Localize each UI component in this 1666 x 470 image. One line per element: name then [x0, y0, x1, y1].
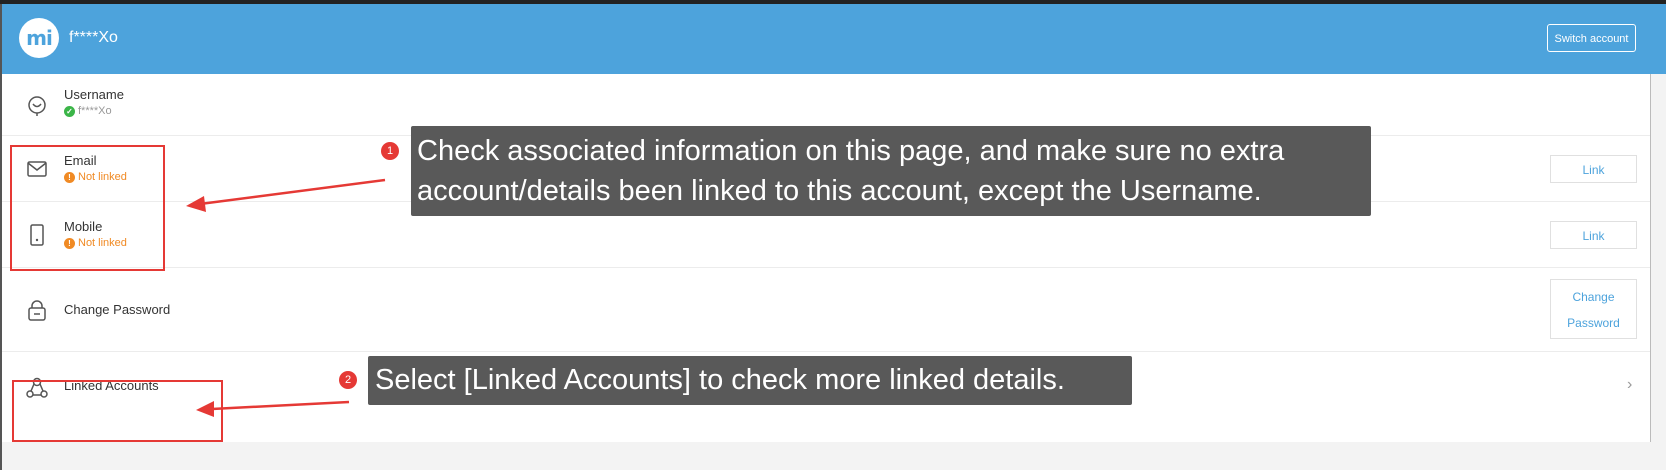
annotation-1-line1: Check associated information on this pag…	[417, 135, 1285, 167]
arrow-2-line	[211, 400, 350, 411]
arrow-1-line	[199, 178, 386, 206]
arrow-2-head	[196, 401, 214, 417]
annotation-1-badge: 1	[381, 142, 399, 160]
arrow-1-head	[186, 196, 206, 212]
annotation-1-callout: Check associated information on this pag…	[411, 126, 1371, 216]
annotation-2-callout: Select [Linked Accounts] to check more l…	[368, 356, 1132, 405]
annotation-1-line2: account/details been linked to this acco…	[417, 175, 1262, 207]
annotation-2-badge: 2	[339, 371, 357, 389]
